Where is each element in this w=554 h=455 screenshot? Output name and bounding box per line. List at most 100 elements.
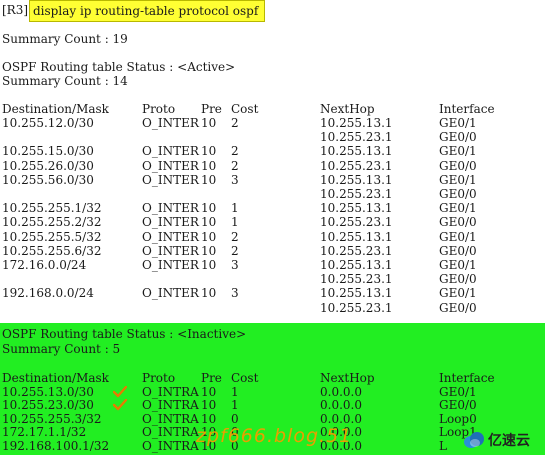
cell-interface: GE0/1	[439, 144, 477, 159]
cell-destination: 172.17.1.1/32	[2, 425, 87, 440]
cell-proto: O_INTRA	[142, 438, 199, 453]
cell-pre: 10	[201, 258, 217, 272]
cell-pre: 10	[201, 229, 217, 244]
cell-destination: 10.255.26.0/30	[2, 158, 94, 173]
cell-proto: O_INTRA	[142, 385, 199, 399]
cell-pre: 10	[201, 385, 217, 399]
cell-pre: 10	[201, 172, 217, 187]
cell-interface: GE0/1	[439, 201, 477, 216]
col-header-interface: Interface	[439, 102, 495, 116]
cell-proto: O_INTER	[142, 258, 199, 272]
cell-proto: O_INTER	[142, 201, 199, 216]
col-header-proto: Proto	[142, 102, 176, 116]
cell-destination: 10.255.56.0/30	[2, 172, 94, 187]
cell-proto: O_INTER	[142, 158, 199, 173]
cell-nexthop: 10.255.13.1	[320, 201, 393, 216]
cloud-logo-icon	[464, 432, 484, 448]
logo-text: 亿速云	[488, 433, 530, 449]
cell-proto: O_INTER	[142, 243, 199, 258]
cell-cost: 3	[231, 172, 239, 187]
cell-interface: L	[439, 438, 447, 453]
cell-pre: 10	[201, 158, 217, 173]
cell-nexthop: 10.255.23.1	[320, 300, 393, 315]
cell-interface: GE0/0	[439, 398, 477, 413]
cell-pre: 10	[201, 201, 217, 216]
cell-nexthop: 0.0.0.0	[320, 398, 362, 413]
cell-nexthop: 0.0.0.0	[320, 385, 362, 399]
cell-nexthop: 10.255.23.1	[320, 215, 393, 230]
cell-destination: 10.255.255.6/32	[2, 243, 102, 258]
cell-cost: 1	[231, 385, 239, 399]
col-header-nexthop: NextHop	[320, 371, 375, 385]
cell-nexthop: 10.255.13.1	[320, 229, 393, 244]
cell-destination: 10.255.23.0/30	[2, 398, 94, 413]
cell-nexthop: 10.255.23.1	[320, 272, 393, 287]
cell-proto: O_INTER	[142, 172, 199, 187]
cell-interface: GE0/1	[439, 258, 477, 272]
col-header-pre: Pre	[201, 371, 222, 385]
cell-cost: 2	[231, 243, 239, 258]
cell-cost: 3	[231, 258, 239, 272]
cell-cost: 2	[231, 158, 239, 173]
cell-cost: 2	[231, 144, 239, 159]
cell-destination: 10.255.15.0/30	[2, 144, 94, 159]
cell-interface: GE0/0	[439, 130, 477, 145]
summary-total: Summary Count : 19	[2, 32, 128, 46]
cell-interface: GE0/0	[439, 243, 477, 258]
col-header-cost: Cost	[231, 102, 259, 116]
cell-cost: 2	[231, 116, 239, 130]
cell-cost: 0	[231, 411, 239, 426]
cell-pre: 10	[201, 144, 217, 159]
cell-proto: O_INTRA	[142, 398, 199, 413]
cell-nexthop: 10.255.13.1	[320, 258, 393, 272]
cell-pre: 10	[201, 215, 217, 230]
col-header-interface: Interface	[439, 371, 495, 385]
cell-proto: O_INTER	[142, 215, 199, 230]
col-header-destination: Destination/Mask	[2, 371, 109, 385]
cell-nexthop: 10.255.23.1	[320, 158, 393, 173]
cell-interface: GE0/0	[439, 300, 477, 315]
cell-pre: 10	[201, 286, 217, 301]
cell-pre: 10	[201, 243, 217, 258]
cli-prompt: [R3]	[2, 3, 29, 17]
site-logo: 亿速云	[463, 428, 530, 452]
command-line: [R3] display ip routing-table protocol o…	[0, 0, 266, 22]
inactive-status-line: OSPF Routing table Status : <Inactive>	[2, 327, 247, 341]
cell-pre: 10	[201, 411, 217, 426]
cell-destination: 172.16.0.0/24	[2, 258, 87, 272]
cell-proto: O_INTER	[142, 144, 199, 159]
cell-proto: O_INTER	[142, 116, 199, 130]
cell-destination: 192.168.100.1/32	[2, 438, 110, 453]
command-text: display ip routing-table protocol ospf	[29, 0, 266, 22]
cell-nexthop: 10.255.13.1	[320, 144, 393, 159]
cell-destination: 10.255.12.0/30	[2, 116, 94, 130]
cell-interface: GE0/1	[439, 116, 477, 130]
col-header-cost: Cost	[231, 371, 259, 385]
watermark: zpf666.blog.51	[196, 425, 353, 447]
cell-cost: 3	[231, 286, 239, 301]
active-status-line: OSPF Routing table Status : <Active>	[2, 60, 236, 74]
cell-nexthop: 0.0.0.0	[320, 411, 362, 426]
cell-interface: Loop0	[439, 411, 477, 426]
inactive-summary-count: Summary Count : 5	[2, 342, 121, 356]
cell-proto: O_INTRA	[142, 425, 199, 440]
cell-interface: GE0/0	[439, 215, 477, 230]
cell-interface: GE0/0	[439, 272, 477, 287]
cell-destination: 10.255.255.5/32	[2, 229, 102, 244]
cell-destination: 10.255.255.1/32	[2, 201, 102, 216]
col-header-destination: Destination/Mask	[2, 102, 109, 116]
cell-interface: GE0/0	[439, 187, 477, 201]
cell-nexthop: 10.255.13.1	[320, 172, 393, 187]
active-summary-count: Summary Count : 14	[2, 74, 128, 88]
cell-proto: O_INTER	[142, 286, 199, 301]
cell-interface: GE0/0	[439, 158, 477, 173]
cell-pre: 10	[201, 116, 217, 130]
cell-proto: O_INTER	[142, 229, 199, 244]
col-header-pre: Pre	[201, 102, 222, 116]
cell-interface: GE0/1	[439, 229, 477, 244]
cell-destination: 10.255.13.0/30	[2, 385, 94, 399]
cell-interface: GE0/1	[439, 385, 477, 399]
cell-cost: 1	[231, 215, 239, 230]
cell-nexthop: 10.255.13.1	[320, 116, 393, 130]
cell-destination: 10.255.255.2/32	[2, 215, 102, 230]
